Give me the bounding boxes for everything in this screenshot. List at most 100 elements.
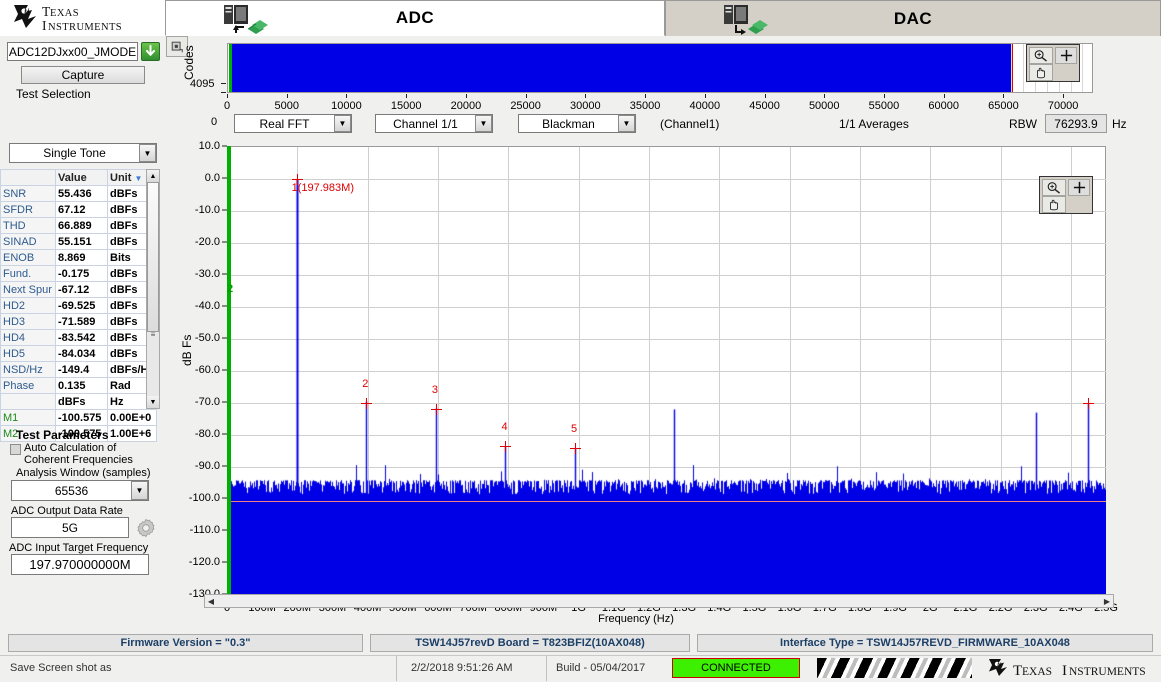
test-parameters-title: Test Parameters	[16, 428, 109, 442]
test-selection-label: Test Selection	[16, 87, 91, 101]
codes-xtick	[1063, 94, 1065, 98]
svg-text:I: I	[1062, 663, 1067, 679]
fft-ytick-label: -110.0	[189, 524, 220, 536]
fft-ytick-label: -70.0	[194, 396, 220, 408]
codes-cursor-green	[229, 44, 232, 92]
table-row[interactable]: HD2 -69.525 dBFs	[0, 297, 157, 314]
codes-gridline	[1082, 44, 1084, 92]
codes-xtick-label: 30000	[570, 100, 601, 112]
fft-type-dropdown[interactable]: Real FFT ▼	[234, 114, 352, 133]
row-metric-name: Fund.	[0, 265, 56, 282]
crosshair-plus-icon[interactable]	[1055, 47, 1077, 64]
codes-xtick	[227, 94, 228, 98]
svg-text:NSTRUMENTS: NSTRUMENTS	[48, 22, 122, 33]
rbw-unit-label: Hz	[1112, 117, 1127, 131]
input-target-frequency-field[interactable]: 197.970000000M	[11, 554, 149, 575]
table-row[interactable]: HD5 -84.034 dBFs	[0, 345, 157, 362]
codes-xtick	[883, 94, 885, 98]
ti-logo-footer: ti T EXAS I NSTRUMENTS	[985, 657, 1155, 679]
save-screenshot-label[interactable]: Save Screen shot as	[10, 662, 112, 674]
tab-dac[interactable]: DAC	[665, 0, 1161, 36]
capture-button[interactable]: Capture	[21, 66, 145, 84]
row-value: -0.175	[55, 265, 108, 282]
crosshair-plus-icon[interactable]	[1068, 179, 1090, 196]
filter-icon[interactable]: ▼	[134, 174, 142, 183]
input-target-frequency-label: ADC Input Target Frequency	[9, 542, 149, 554]
chevron-down-icon[interactable]: ▼	[131, 481, 148, 500]
row-metric-name: ENOB	[0, 249, 56, 266]
codes-xtick-label: 45000	[749, 100, 780, 112]
table-row[interactable]: dBFs Hz	[0, 393, 157, 410]
analysis-window-value: 65536	[54, 483, 89, 498]
zoom-magnifier-icon[interactable]	[1029, 47, 1053, 64]
codes-xtick-label: 55000	[868, 100, 900, 112]
rbw-value-field[interactable]: 76293.9	[1045, 114, 1107, 133]
row-metric-name: HD5	[0, 345, 56, 362]
chevron-down-icon[interactable]: ▼	[618, 115, 635, 132]
fft-zoom-toolbar[interactable]	[1039, 176, 1093, 214]
codes-zoom-toolbar[interactable]	[1026, 44, 1080, 82]
chevron-down-icon[interactable]: ▼	[334, 115, 351, 132]
chevron-down-icon[interactable]: ▼	[475, 115, 492, 132]
fft-spectrum-plot[interactable]: 1(197.983M) 2 3 4 5	[227, 146, 1106, 596]
window-dropdown[interactable]: Blackman ▼	[518, 114, 636, 133]
scroll-left-icon[interactable]: ◀	[205, 597, 217, 606]
fft-ytick-label: -50.0	[194, 332, 220, 344]
table-row[interactable]: Phase 0.135 Rad	[0, 377, 157, 394]
pan-hand-icon[interactable]	[1042, 196, 1066, 213]
row-unit: 1.00E+6	[107, 425, 157, 442]
codes-waveform-data	[229, 44, 1012, 92]
fft-marker-label: 4	[501, 421, 508, 434]
fft-reference-line	[227, 501, 1106, 502]
scrollbar-thumb[interactable]	[147, 182, 159, 332]
codes-xtick	[465, 94, 467, 98]
row-metric-name: HD2	[0, 297, 56, 314]
table-scrollbar[interactable]: ▲ ≡ ▼	[146, 169, 160, 409]
tab-adc[interactable]: ADC	[165, 0, 665, 36]
codes-xtick	[346, 94, 348, 98]
scroll-up-icon[interactable]: ▲	[147, 170, 159, 182]
table-row[interactable]: SFDR 67.12 dBFs	[0, 201, 157, 218]
codes-xtick	[764, 94, 766, 98]
table-row[interactable]: Next Spur -67.12 dBFs	[0, 281, 157, 298]
pan-hand-icon[interactable]	[1029, 64, 1053, 81]
auto-calculation-checkbox[interactable]	[10, 444, 21, 455]
codes-waveform-plot[interactable]	[227, 43, 1093, 93]
crosshair-marker-icon	[500, 441, 512, 453]
table-row[interactable]: HD3 -71.589 dBFs	[0, 313, 157, 330]
fft-ytick-label: -30.0	[194, 268, 220, 280]
row-value: -83.542	[55, 329, 108, 346]
scroll-down-icon[interactable]: ▼	[147, 396, 159, 408]
scroll-right-icon[interactable]: ▶	[1101, 597, 1113, 606]
th-unit-label: Unit	[110, 171, 132, 184]
fft-x-axis-label: Frequency (Hz)	[598, 613, 674, 625]
analysis-window-dropdown[interactable]: 65536 ▼	[11, 480, 149, 501]
table-row[interactable]: Fund. -0.175 dBFs	[0, 265, 157, 282]
fft-horizontal-scrollbar[interactable]: ◀ ▶	[204, 594, 1114, 608]
table-row[interactable]: SNR 55.436 dBFs	[0, 185, 157, 202]
test-selection-dropdown[interactable]: Single Tone ▼	[9, 143, 157, 163]
row-metric-name	[0, 393, 56, 410]
row-unit: 0.00E+0	[107, 409, 157, 426]
device-model-field[interactable]: ADC12DJxx00_JMODE	[7, 42, 138, 61]
fft-ytick-label: -80.0	[194, 428, 220, 440]
table-row[interactable]: HD4 -83.542 dBFs	[0, 329, 157, 346]
test-selection-value: Single Tone	[43, 146, 106, 160]
gear-icon[interactable]	[136, 518, 156, 538]
table-row[interactable]: NSD/Hz -149.4 dBFs/Hz	[0, 361, 157, 378]
table-row[interactable]: M1 -100.575 0.00E+0	[0, 409, 157, 426]
download-arrow-icon[interactable]	[141, 42, 160, 61]
device-model-row: ADC12DJxx00_JMODE	[7, 42, 160, 61]
row-metric-name: HD4	[0, 329, 56, 346]
table-row[interactable]: THD 66.889 dBFs	[0, 217, 157, 234]
table-row[interactable]: SINAD 55.151 dBFs	[0, 233, 157, 250]
row-value: 55.151	[55, 233, 108, 250]
codes-xtick	[286, 94, 288, 98]
codes-ytick-top: 4095	[190, 78, 215, 90]
zoom-magnifier-icon[interactable]	[1042, 179, 1066, 196]
output-data-rate-field[interactable]: 5G	[11, 517, 129, 538]
channel-dropdown[interactable]: Channel 1/1 ▼	[375, 114, 493, 133]
chevron-down-icon[interactable]: ▼	[139, 144, 156, 162]
table-row[interactable]: ENOB 8.869 Bits	[0, 249, 157, 266]
row-metric-name: Phase	[0, 377, 56, 394]
